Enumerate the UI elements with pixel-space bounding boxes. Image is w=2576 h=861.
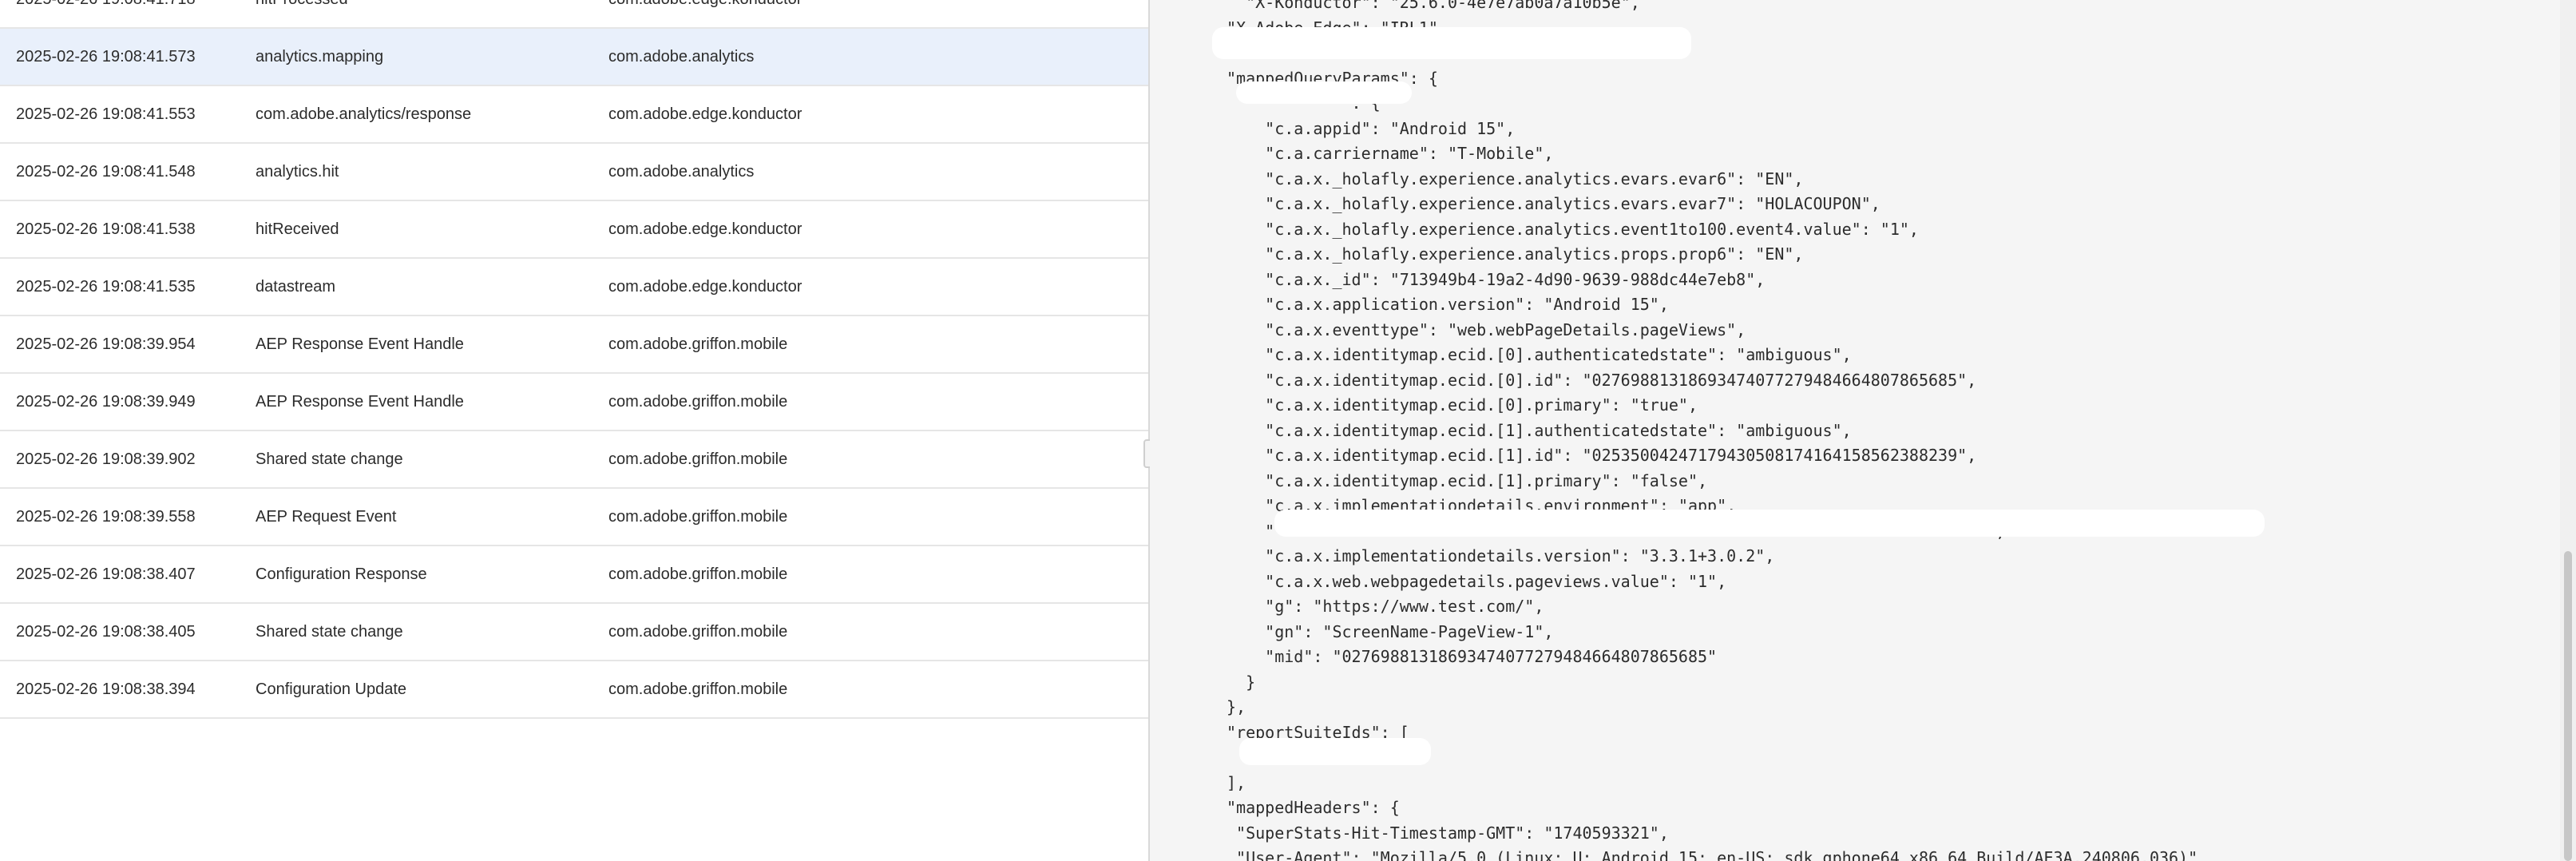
event-source: com.adobe.edge.konductor	[608, 220, 803, 238]
event-timestamp: 2025-02-26 19:08:38.405	[16, 622, 196, 641]
json-line: "c.a.x.application.version": "Android 15…	[1227, 295, 1669, 314]
event-name: com.adobe.analytics/response	[256, 105, 472, 123]
json-line: "mappedHeaders": {	[1227, 798, 1400, 817]
event-timestamp: 2025-02-26 19:08:41.718	[16, 0, 196, 9]
json-viewer: "X-Konductor": "25.6.0-4e7e7ab0a7a10b5e"…	[1150, 0, 2555, 861]
json-line: "c.a.x.identitymap.ecid.[0].primary": "t…	[1227, 395, 1698, 415]
event-source: com.adobe.griffon.mobile	[608, 622, 788, 641]
event-timestamp: 2025-02-26 19:08:39.558	[16, 507, 196, 526]
event-timestamp: 2025-02-26 19:08:41.573	[16, 47, 196, 65]
json-line: ],	[1227, 772, 1246, 792]
json-scrollbar[interactable]	[2560, 0, 2576, 861]
event-name: Shared state change	[256, 450, 403, 468]
event-name: hitProcessed	[256, 0, 348, 9]
json-line: "c.a.x.identitymap.ecid.[1].id": "025350…	[1227, 446, 1977, 465]
event-row[interactable]: 2025-02-26 19:08:39.954 AEP Response Even…	[0, 316, 1148, 374]
event-timestamp: 2025-02-26 19:08:38.394	[16, 680, 196, 698]
event-row[interactable]: 2025-02-26 19:08:39.949 AEP Response Even…	[0, 374, 1148, 431]
event-source: com.adobe.griffon.mobile	[608, 565, 788, 583]
json-line: "c.a.x._id": "713949b4-19a2-4d90-9639-98…	[1227, 269, 1766, 289]
redaction-mask	[1236, 81, 1412, 104]
event-row[interactable]: 2025-02-26 19:08:38.394 Configuration Upd…	[0, 661, 1148, 719]
event-source: com.adobe.griffon.mobile	[608, 450, 788, 468]
json-line: "c.a.x.web.webpagedetails.pageviews.valu…	[1227, 571, 1727, 591]
event-source: com.adobe.griffon.mobile	[608, 680, 788, 698]
event-name: AEP Response Event Handle	[256, 335, 464, 353]
event-row[interactable]: 2025-02-26 19:08:39.902 Shared state chan…	[0, 431, 1148, 489]
event-name: AEP Request Event	[256, 507, 397, 526]
assurance-inspector: 2025-02-26 19:08:41.718 hitProcessed com.a…	[0, 0, 2576, 861]
event-name: Configuration Update	[256, 680, 407, 698]
redaction-mask	[1274, 510, 2265, 537]
json-line: "c.a.x.implementationdetails.version": "…	[1227, 546, 1775, 565]
redaction-mask	[1239, 738, 1431, 765]
event-name: analytics.hit	[256, 162, 339, 181]
event-detail-json: "X-Konductor": "25.6.0-4e7e7ab0a7a10b5e"…	[1150, 0, 2576, 861]
json-line: "User-Agent": "Mozilla/5.0 (Linux; U; An…	[1227, 848, 2208, 861]
json-line: "gn": "ScreenName-PageView-1",	[1227, 621, 1554, 641]
event-source: com.adobe.analytics	[608, 47, 755, 65]
json-line: "c.a.x.identitymap.ecid.[1].authenticate…	[1227, 420, 1852, 440]
events-list: 2025-02-26 19:08:41.718 hitProcessed com.a…	[0, 0, 1148, 719]
event-row[interactable]: 2025-02-26 19:08:41.573 analytics.mapping…	[0, 29, 1148, 86]
event-timestamp: 2025-02-26 19:08:38.407	[16, 565, 196, 583]
json-line: "c.a.x._holafly.experience.analytics.pro…	[1227, 244, 1804, 264]
event-row[interactable]: 2025-02-26 19:08:41.535 datastream com.ado…	[0, 259, 1148, 316]
event-name: hitReceived	[256, 220, 339, 238]
event-name: Configuration Response	[256, 565, 427, 583]
event-timestamp: 2025-02-26 19:08:41.535	[16, 277, 196, 296]
json-line: }	[1227, 672, 1256, 692]
event-timestamp: 2025-02-26 19:08:39.949	[16, 392, 196, 411]
json-line: "c.a.x.eventtype": "web.webPageDetails.p…	[1227, 319, 1746, 339]
json-line: "X-Konductor": "25.6.0-4e7e7ab0a7a10b5e"…	[1227, 0, 1640, 12]
event-source: com.adobe.griffon.mobile	[608, 335, 788, 353]
event-timestamp: 2025-02-26 19:08:41.538	[16, 220, 196, 238]
events-table: 2025-02-26 19:08:41.718 hitProcessed com.a…	[0, 0, 1148, 861]
event-name: Shared state change	[256, 622, 403, 641]
json-line: "mid": "02769881318693474077279484664807…	[1227, 647, 1718, 666]
json-line: "c.a.x._holafly.experience.analytics.eve…	[1227, 219, 1919, 239]
event-row[interactable]: 2025-02-26 19:08:38.405 Shared state chan…	[0, 604, 1148, 661]
scrollbar-thumb[interactable]	[2564, 551, 2572, 861]
json-line: "c.a.x.identitymap.ecid.[0].authenticate…	[1227, 345, 1852, 364]
event-source: com.adobe.analytics	[608, 162, 755, 181]
event-name: analytics.mapping	[256, 47, 384, 65]
event-row[interactable]: 2025-02-26 19:08:41.718 hitProcessed com.a…	[0, 0, 1148, 29]
event-timestamp: 2025-02-26 19:08:41.548	[16, 162, 196, 181]
json-line: },	[1227, 697, 1246, 716]
event-row[interactable]: 2025-02-26 19:08:39.558 AEP Request Event…	[0, 489, 1148, 546]
event-timestamp: 2025-02-26 19:08:39.954	[16, 335, 196, 353]
event-source: com.adobe.griffon.mobile	[608, 392, 788, 411]
event-timestamp: 2025-02-26 19:08:41.553	[16, 105, 196, 123]
json-line: "c.a.x._holafly.experience.analytics.eva…	[1227, 169, 1804, 188]
redaction-mask	[1212, 27, 1691, 59]
event-timestamp: 2025-02-26 19:08:39.902	[16, 450, 196, 468]
event-row[interactable]: 2025-02-26 19:08:41.548 analytics.hit com.…	[0, 144, 1148, 201]
event-source: com.adobe.edge.konductor	[608, 105, 803, 123]
event-name: AEP Response Event Handle	[256, 392, 464, 411]
event-source: com.adobe.edge.konductor	[608, 0, 802, 9]
json-line: "g": "https://www.test.com/",	[1227, 597, 1544, 616]
json-line: "c.a.appid": "Android 15",	[1227, 118, 1516, 138]
json-line: "c.a.x.identitymap.ecid.[1].primary": "f…	[1227, 470, 1708, 490]
event-row[interactable]: 2025-02-26 19:08:38.407 Configuration Res…	[0, 546, 1148, 604]
event-row[interactable]: 2025-02-26 19:08:41.553 com.adobe.analyti…	[0, 86, 1148, 144]
event-name: datastream	[256, 277, 336, 296]
event-source: com.adobe.edge.konductor	[608, 277, 803, 296]
json-line: "c.a.x._holafly.experience.analytics.eva…	[1227, 194, 1880, 213]
event-row[interactable]: 2025-02-26 19:08:41.538 hitReceived com.ad…	[0, 201, 1148, 259]
json-line: "c.a.carriername": "T-Mobile",	[1227, 144, 1554, 163]
json-line: "SuperStats-Hit-Timestamp-GMT": "1740593…	[1227, 823, 1669, 843]
event-source: com.adobe.griffon.mobile	[608, 507, 788, 526]
json-line: "c.a.x.identitymap.ecid.[0].id": "027698…	[1227, 370, 1977, 390]
